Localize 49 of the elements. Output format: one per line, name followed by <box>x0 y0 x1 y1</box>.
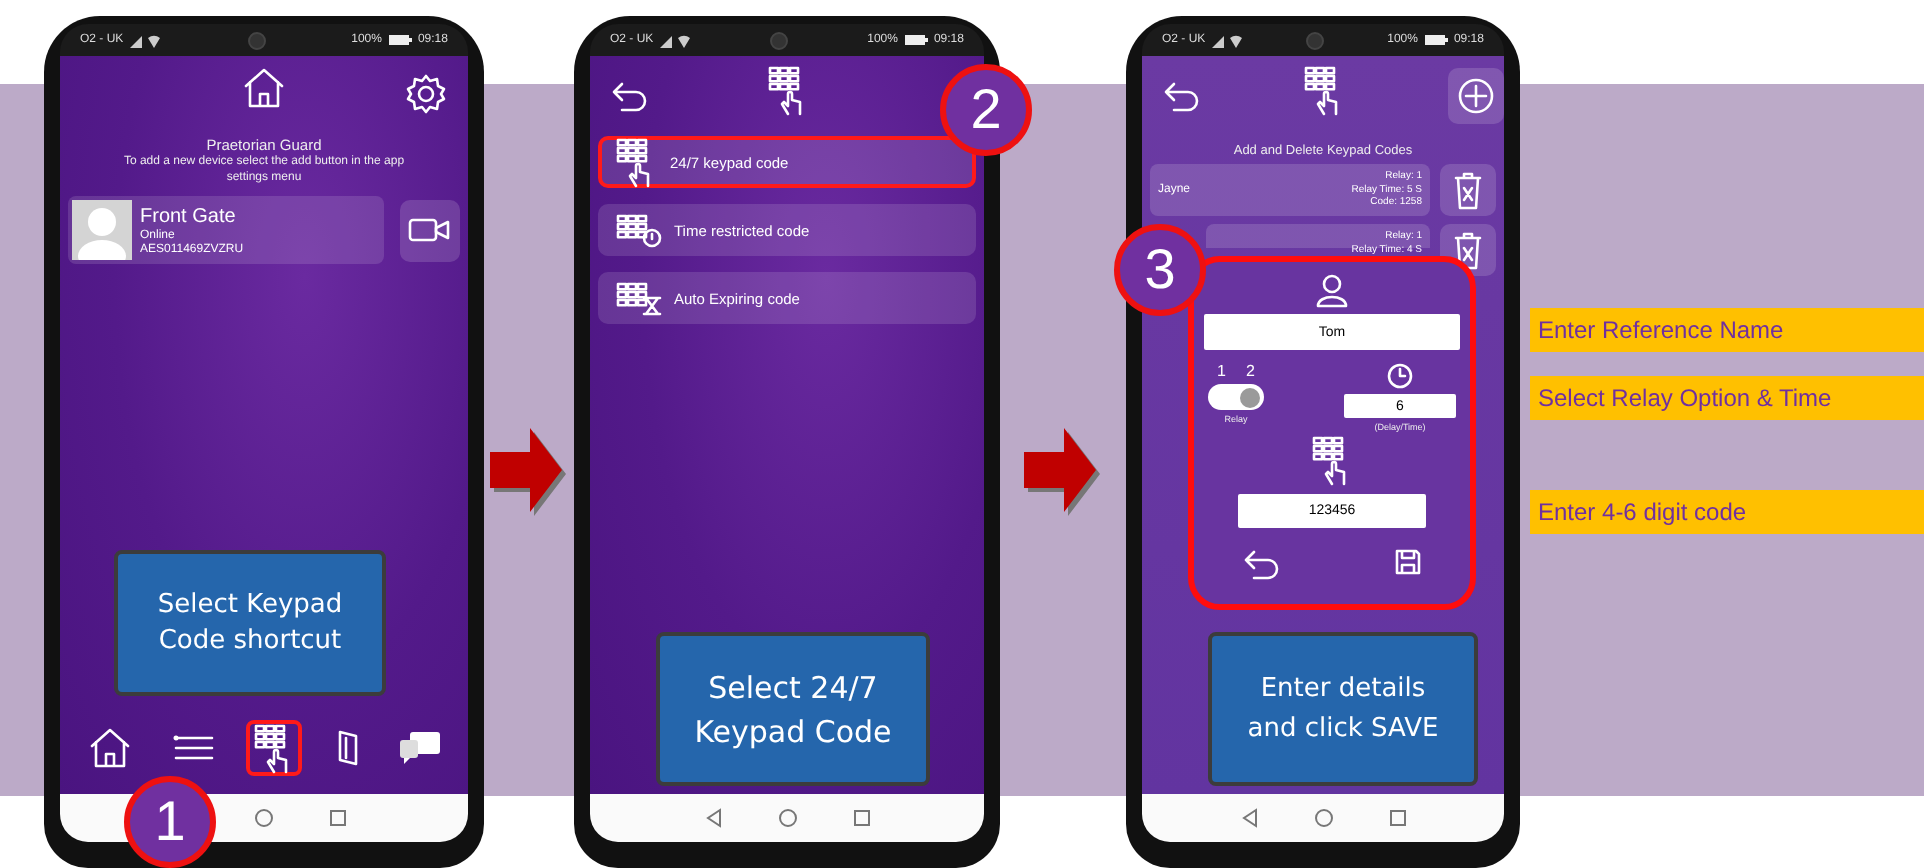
toggle-switch[interactable] <box>1208 384 1264 410</box>
front-camera <box>247 31 266 49</box>
recents-icon[interactable] <box>851 808 871 828</box>
signal-icon <box>659 32 692 48</box>
battery-icon <box>903 34 928 46</box>
clock-icon <box>1386 362 1414 390</box>
house-icon <box>86 724 134 772</box>
add-button[interactable] <box>1448 67 1504 123</box>
save-icon[interactable] <box>1394 548 1422 576</box>
home-key-icon[interactable] <box>1313 808 1333 828</box>
recents-icon[interactable] <box>328 808 348 828</box>
right-arrow <box>489 424 569 516</box>
avatar-icon <box>72 200 132 260</box>
tab-button[interactable] <box>246 720 302 776</box>
step-number: 2 <box>940 64 1032 156</box>
instruction-callout: Enter details and click SAVE <box>1208 632 1478 786</box>
house-icon <box>240 64 288 112</box>
keypad-clock-icon <box>614 212 662 248</box>
relay-number: 2 <box>1246 362 1255 380</box>
keypad-hourglass-icon <box>614 280 662 316</box>
annotation-label: Enter 4-6 digit code <box>1530 490 1924 534</box>
annotation-label: Enter Reference Name <box>1530 308 1924 352</box>
person-icon <box>1314 272 1350 308</box>
battery-icon <box>1423 34 1448 46</box>
instruction-callout: Select 24/7 Keypad Code <box>656 632 930 786</box>
relay-number: 1 <box>1217 362 1226 380</box>
chat-icon <box>398 730 442 766</box>
signal-icon <box>1211 32 1244 48</box>
step-number: 3 <box>1114 224 1206 316</box>
delete-button[interactable] <box>1440 164 1496 216</box>
trash-icon <box>1452 170 1484 210</box>
video-camera-icon <box>408 216 452 244</box>
device-name: Front Gate <box>140 205 238 227</box>
camera-button[interactable] <box>400 199 460 261</box>
home-key-icon[interactable] <box>254 808 274 828</box>
annotation-label: Select Relay Option & Time <box>1530 376 1924 420</box>
recents-icon[interactable] <box>1387 808 1407 828</box>
instruction-callout: Select Keypad Code shortcut <box>114 550 386 696</box>
battery-icon <box>387 34 412 46</box>
front-camera <box>770 31 789 49</box>
trash-icon <box>1452 230 1484 270</box>
card-icon <box>333 728 361 768</box>
front-camera <box>1306 31 1325 49</box>
settings-icon[interactable] <box>404 71 448 115</box>
list-icon <box>171 732 215 764</box>
add-icon <box>1456 75 1496 115</box>
home-key-icon[interactable] <box>777 808 797 828</box>
signal-icon <box>129 32 162 48</box>
right-arrow <box>1023 424 1103 516</box>
